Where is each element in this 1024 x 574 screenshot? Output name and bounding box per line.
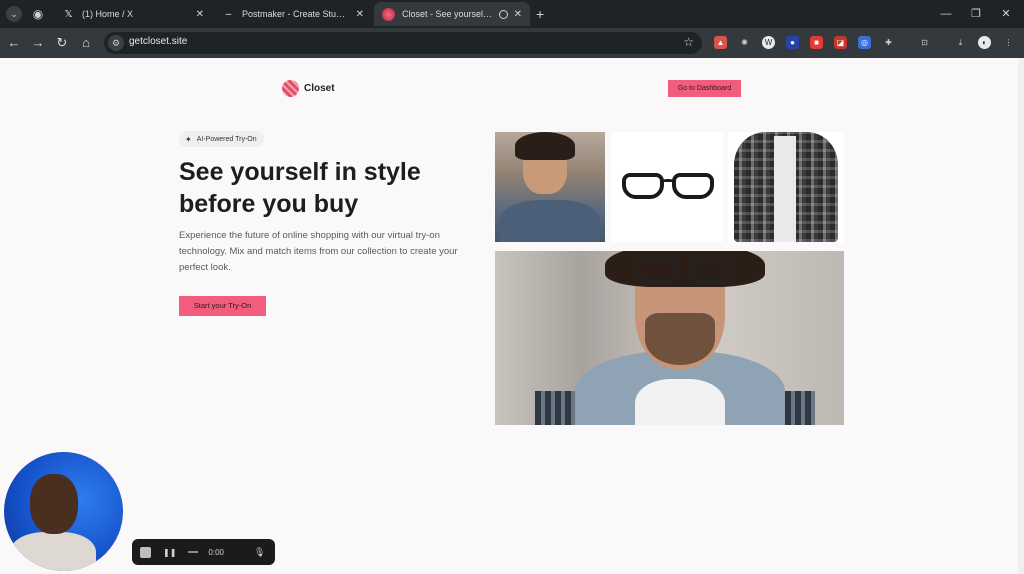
browser-toolbar: ← → ↻ ⌂ ⚙ getcloset.site ☆ ▲ ✺ W ● ■ ◪ ◎… bbox=[0, 28, 1024, 58]
tab-title: (1) Home / X bbox=[82, 9, 134, 19]
sparkle-icon: ✦ bbox=[185, 134, 192, 144]
page-viewport: Closet Go to Dashboard ✦ AI-Powered Try-… bbox=[0, 58, 1024, 574]
pinned-tab-icon[interactable]: ◉ bbox=[30, 6, 46, 22]
restore-icon[interactable]: ❐ bbox=[966, 6, 986, 22]
stop-icon[interactable] bbox=[140, 546, 151, 558]
jacket-photo bbox=[728, 132, 844, 242]
tab-closet[interactable]: Closet - See yourself in styl ✕ bbox=[374, 2, 530, 26]
recording-controls: ❚❚ 0:00 🎙 bbox=[132, 539, 275, 565]
extension-icon[interactable]: ▲ bbox=[714, 36, 727, 49]
close-icon[interactable]: ✕ bbox=[196, 9, 204, 20]
brand-logo[interactable]: Closet bbox=[282, 80, 335, 97]
closet-logo-icon bbox=[382, 7, 395, 21]
hero-description: Experience the future of online shopping… bbox=[179, 230, 458, 273]
go-to-dashboard-button[interactable]: Go to Dashboard bbox=[668, 80, 741, 97]
new-tab-button[interactable]: + bbox=[536, 6, 544, 22]
badge-text: AI-Powered Try-On bbox=[196, 135, 257, 143]
ai-badge: ✦ AI-Powered Try-On bbox=[179, 131, 264, 147]
extension-icon[interactable]: W bbox=[762, 36, 775, 49]
home-icon[interactable]: ⌂ bbox=[78, 35, 94, 51]
tab-home-x[interactable]: 𝕏 (1) Home / X ✕ bbox=[54, 2, 212, 26]
hero-title: See yourself in style before you buy bbox=[179, 158, 421, 218]
address-bar[interactable]: ⚙ getcloset.site ☆ bbox=[104, 32, 702, 54]
try-on-result-photo bbox=[495, 251, 844, 425]
tab-title: Postmaker - Create Stunning S bbox=[242, 9, 350, 19]
forward-icon[interactable]: → bbox=[30, 35, 46, 51]
model-photo bbox=[495, 132, 605, 242]
profile-avatar[interactable]: ◐ bbox=[978, 36, 991, 49]
tab-postmaker[interactable]: – Postmaker - Create Stunning S ✕ bbox=[214, 2, 372, 26]
start-try-on-button[interactable]: Start your Try-On bbox=[179, 296, 266, 316]
window-close-icon[interactable]: ✕ bbox=[996, 6, 1016, 22]
screen-capture-icon[interactable]: ⊡ bbox=[918, 36, 931, 49]
pause-icon[interactable]: ❚❚ bbox=[163, 548, 176, 557]
divider bbox=[188, 551, 199, 553]
extension-icon[interactable]: ● bbox=[786, 36, 799, 49]
close-icon[interactable]: ✕ bbox=[356, 9, 364, 20]
minimize-icon[interactable]: — bbox=[936, 6, 956, 22]
back-icon[interactable]: ← bbox=[6, 35, 22, 51]
menu-icon[interactable]: ⋮ bbox=[1002, 36, 1015, 49]
page-scrollbar[interactable] bbox=[1018, 58, 1024, 574]
tab-title: Closet - See yourself in styl bbox=[402, 9, 493, 19]
extension-icon[interactable]: ◪ bbox=[834, 36, 847, 49]
extension-icon[interactable]: ◎ bbox=[858, 36, 871, 49]
x-logo-icon: 𝕏 bbox=[64, 8, 73, 20]
reload-icon[interactable]: ↻ bbox=[54, 35, 70, 51]
webcam-overlay bbox=[4, 452, 123, 571]
dash-icon: – bbox=[225, 8, 232, 20]
glasses-photo bbox=[611, 132, 723, 242]
site-info-icon[interactable]: ⚙ bbox=[108, 35, 124, 51]
closet-logo-icon bbox=[282, 80, 299, 97]
microphone-icon[interactable]: 🎙 bbox=[254, 547, 265, 558]
tab-strip: ⌄ ◉ 𝕏 (1) Home / X ✕ – Postmaker - Creat… bbox=[0, 0, 1024, 28]
bookmark-star-icon[interactable]: ☆ bbox=[683, 35, 694, 49]
url-text: getcloset.site bbox=[129, 36, 188, 47]
recording-icon bbox=[498, 9, 508, 19]
brand-name: Closet bbox=[304, 83, 335, 94]
react-extension-icon[interactable]: ✺ bbox=[738, 36, 751, 49]
download-icon[interactable]: ⤓ bbox=[954, 36, 967, 49]
extension-icon[interactable]: ■ bbox=[810, 36, 823, 49]
extensions-puzzle-icon[interactable]: ✚ bbox=[882, 36, 895, 49]
recording-time: 0:00 bbox=[208, 547, 224, 557]
tab-search-icon[interactable]: ⌄ bbox=[6, 6, 22, 22]
close-icon[interactable]: ✕ bbox=[514, 9, 522, 20]
